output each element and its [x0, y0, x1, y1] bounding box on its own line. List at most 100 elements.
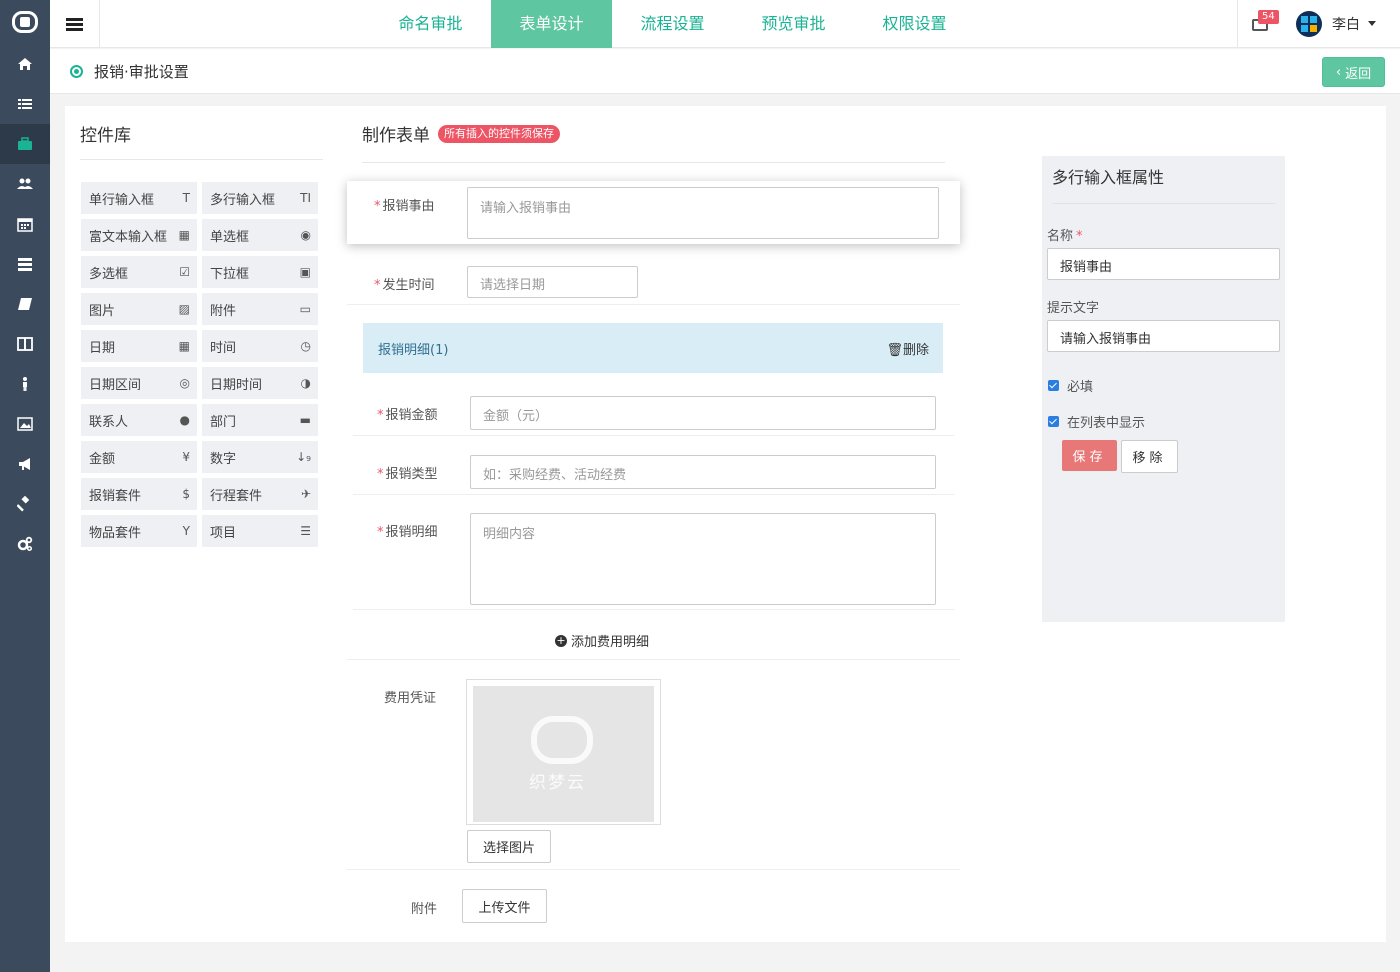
control-dropdown[interactable]: 下拉框 ▣: [202, 256, 318, 288]
adjust-icon: ◑: [300, 376, 311, 390]
checkbox-checked-icon: [1048, 380, 1059, 391]
reason-textarea[interactable]: 请输入报销事由: [467, 187, 939, 239]
calendar-icon: [17, 218, 33, 232]
list-icon: ☰: [300, 524, 311, 538]
tab-process-settings[interactable]: 流程设置: [612, 0, 733, 48]
control-single-line-input[interactable]: 单行输入框 T: [81, 182, 197, 214]
show-in-list-checkbox[interactable]: 在列表中显示: [1048, 412, 1145, 431]
required-checkbox[interactable]: 必填: [1048, 376, 1093, 395]
sidebar-item-image[interactable]: [0, 404, 50, 444]
control-date-range[interactable]: 日期区间 ◎: [81, 367, 197, 399]
date-picker-input[interactable]: 请选择日期: [467, 266, 638, 298]
properties-title: 多行输入框属性: [1052, 168, 1165, 187]
bullhorn-icon: [19, 458, 30, 470]
tab-preview-approval[interactable]: 预览审批: [733, 0, 854, 48]
description-label: * 报销明细: [377, 525, 438, 540]
control-rich-text-input[interactable]: 富文本输入框 ▦: [81, 219, 197, 251]
upload-file-button[interactable]: 上传文件: [462, 889, 547, 923]
avatar[interactable]: [1296, 11, 1322, 37]
amount-label: * 报销金额: [377, 408, 438, 423]
sidebar-item-calendar[interactable]: [0, 204, 50, 244]
attachment-label: 附件: [411, 902, 438, 917]
name-input[interactable]: 报销事由: [1047, 248, 1280, 280]
plus-circle-icon: +: [555, 633, 567, 647]
text-icon: T: [182, 191, 190, 205]
app-logo[interactable]: [0, 0, 50, 44]
control-multi-line-input[interactable]: 多行输入框 TI: [202, 182, 318, 214]
watermark-text: 织梦云: [529, 773, 586, 793]
control-attachment[interactable]: 附件 ▭: [202, 293, 318, 325]
add-expense-detail-button[interactable]: + 添加费用明细: [555, 631, 649, 650]
control-number[interactable]: 数字 ↓₉: [202, 441, 318, 473]
sidebar-item-gavel[interactable]: [0, 484, 50, 524]
divider: [347, 869, 960, 870]
choose-image-button[interactable]: 选择图片: [467, 830, 551, 863]
top-tabs: 命名审批 表单设计 流程设置 预览审批 权限设置: [370, 0, 975, 48]
sidebar-item-columns[interactable]: [0, 324, 50, 364]
control-image[interactable]: 图片 ▨: [81, 293, 197, 325]
sidebar-item-briefcase[interactable]: [0, 124, 50, 164]
control-travel-kit[interactable]: 行程套件 ✈: [202, 478, 318, 510]
sidebar: [0, 0, 50, 972]
tab-naming-approval[interactable]: 命名审批: [370, 0, 491, 48]
mail-count-badge: 54: [1258, 10, 1279, 24]
gavel-icon: [17, 496, 30, 512]
sidebar-item-home[interactable]: [0, 44, 50, 84]
main-panel: 控件库 单行输入框 T 多行输入框 TI 富文本输入框 ▦ 单选框 ◉ 多选框 ☑ 下拉框…: [65, 106, 1386, 942]
chevron-down-icon[interactable]: [1368, 21, 1376, 26]
person-icon: [23, 377, 27, 391]
dollar-icon: $: [182, 487, 190, 501]
control-checkbox[interactable]: 多选框 ☑: [81, 256, 197, 288]
page-title: 报销·审批设置: [94, 63, 189, 81]
breadcrumb: 报销·审批设置 ‹ 返回: [50, 49, 1400, 94]
gears-icon: [17, 536, 33, 552]
amount-input[interactable]: 金额（元）: [470, 396, 936, 430]
radio-icon: ◉: [300, 228, 311, 242]
users-icon: [17, 178, 33, 189]
hint-text-input[interactable]: 请输入报销事由: [1047, 320, 1280, 352]
control-time[interactable]: 时间 ◷: [202, 330, 318, 362]
control-library-title: 控件库: [80, 126, 131, 146]
properties-panel: 多行输入框属性 名称 * 报销事由 提示文字 请输入报销事由 必填 在列表中显示 …: [1042, 156, 1285, 622]
divider: [353, 609, 954, 610]
sidebar-item-book[interactable]: [0, 284, 50, 324]
name-label: 名称 *: [1047, 229, 1083, 244]
divider: [347, 304, 960, 305]
detail-delete-button[interactable]: 🗑删除: [886, 339, 929, 358]
control-reimbursement-kit[interactable]: 报销套件 $: [81, 478, 197, 510]
form-builder-title: 制作表单: [362, 126, 430, 146]
type-input[interactable]: 如：采购经费、活动经费: [470, 455, 936, 489]
control-date[interactable]: 日期 ▦: [81, 330, 197, 362]
save-warning-badge: 所有插入的控件须保存: [438, 125, 560, 143]
username[interactable]: 李白: [1332, 14, 1360, 34]
control-department[interactable]: 部门 ▬: [202, 404, 318, 436]
control-contact[interactable]: 联系人 ●: [81, 404, 197, 436]
sidebar-item-person[interactable]: [0, 364, 50, 404]
dot-circle-icon: [70, 65, 83, 78]
save-button[interactable]: 保存: [1062, 440, 1117, 471]
tab-permission-settings[interactable]: 权限设置: [854, 0, 975, 48]
control-goods-kit[interactable]: 物品套件 Y: [81, 515, 197, 547]
control-project[interactable]: 项目 ☰: [202, 515, 318, 547]
image-icon: [17, 417, 33, 431]
back-button[interactable]: ‹ 返回: [1322, 57, 1385, 87]
bullseye-icon: ◎: [179, 376, 190, 390]
briefcase-icon: ▬: [299, 413, 311, 427]
top-navbar: 命名审批 表单设计 流程设置 预览审批 权限设置 54 李白: [50, 0, 1400, 48]
sidebar-item-bullhorn[interactable]: [0, 444, 50, 484]
control-amount[interactable]: 金额 ¥: [81, 441, 197, 473]
sidebar-item-server[interactable]: [0, 244, 50, 284]
sidebar-item-list[interactable]: [0, 84, 50, 124]
tab-form-design[interactable]: 表单设计: [491, 0, 612, 48]
description-textarea[interactable]: 明细内容: [470, 513, 936, 605]
menu-toggle-button[interactable]: [50, 0, 100, 48]
remove-button[interactable]: 移除: [1121, 440, 1178, 473]
briefcase-icon: [18, 137, 32, 150]
control-datetime[interactable]: 日期时间 ◑: [202, 367, 318, 399]
sidebar-item-gears[interactable]: [0, 524, 50, 564]
home-icon: [18, 58, 32, 70]
folder-open-icon: ▭: [299, 302, 311, 316]
plane-icon: ✈: [300, 487, 311, 501]
control-radio[interactable]: 单选框 ◉: [202, 219, 318, 251]
sidebar-item-users[interactable]: [0, 164, 50, 204]
